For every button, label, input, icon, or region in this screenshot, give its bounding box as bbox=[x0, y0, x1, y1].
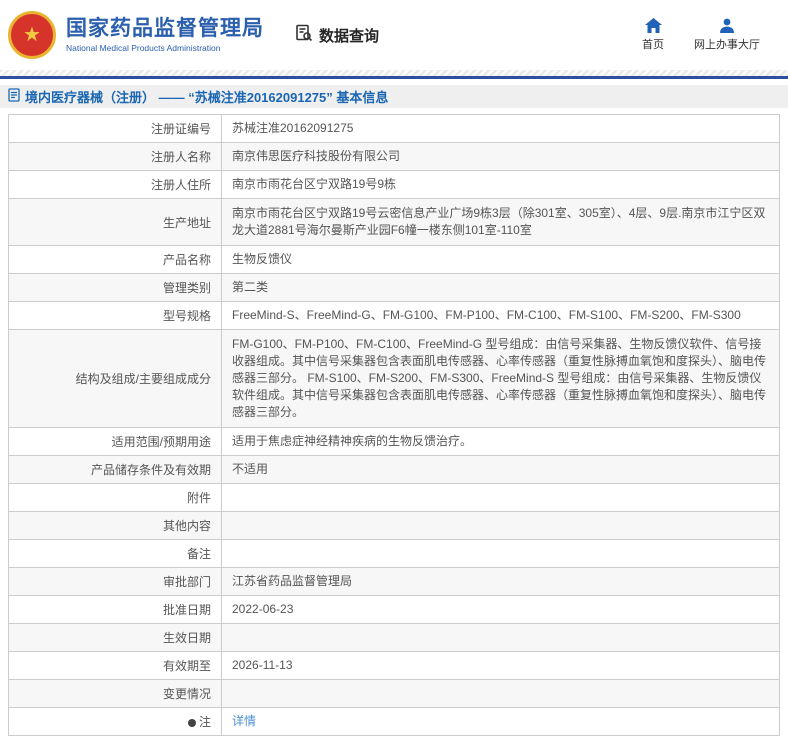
field-label: 生产地址 bbox=[9, 199, 222, 246]
breadcrumb-text: 境内医疗器械（注册） —— “苏械注准20162091275” 基本信息 bbox=[25, 87, 388, 106]
field-value: 第二类 bbox=[222, 274, 780, 302]
field-label: 注册证编号 bbox=[9, 115, 222, 143]
field-label: 结构及组成/主要组成成分 bbox=[9, 330, 222, 428]
table-row: 适用范围/预期用途适用于焦虑症神经精神疾病的生物反馈治疗。 bbox=[9, 428, 780, 456]
agency-subtitle: National Medical Products Administration bbox=[66, 43, 264, 53]
field-label: 变更情况 bbox=[9, 680, 222, 708]
field-label: 适用范围/预期用途 bbox=[9, 428, 222, 456]
field-label: 注册人住所 bbox=[9, 171, 222, 199]
field-label: 管理类别 bbox=[9, 274, 222, 302]
table-row: 有效期至2026-11-13 bbox=[9, 652, 780, 680]
registration-table: 注册证编号苏械注准20162091275注册人名称南京伟思医疗科技股份有限公司注… bbox=[8, 114, 780, 736]
data-query-button[interactable]: 数据查询 bbox=[294, 23, 379, 47]
note-icon bbox=[188, 719, 196, 727]
field-value: 南京市雨花台区宁双路19号9栋 bbox=[222, 171, 780, 199]
table-row: 生效日期 bbox=[9, 624, 780, 652]
document-search-icon bbox=[294, 23, 314, 47]
field-value bbox=[222, 680, 780, 708]
table-row: 变更情况 bbox=[9, 680, 780, 708]
field-value bbox=[222, 484, 780, 512]
field-value: 南京市雨花台区宁双路19号云密信息产业广场9栋3层（除301室、305室）、4层… bbox=[222, 199, 780, 246]
field-value: 适用于焦虑症神经精神疾病的生物反馈治疗。 bbox=[222, 428, 780, 456]
field-label: 批准日期 bbox=[9, 596, 222, 624]
table-row: 批准日期2022-06-23 bbox=[9, 596, 780, 624]
home-icon bbox=[645, 18, 662, 33]
details-link[interactable]: 详情 bbox=[232, 714, 256, 728]
field-value: 生物反馈仪 bbox=[222, 246, 780, 274]
breadcrumb: 境内医疗器械（注册） —— “苏械注准20162091275” 基本信息 bbox=[0, 85, 788, 108]
field-label: 生效日期 bbox=[9, 624, 222, 652]
table-row: 其他内容 bbox=[9, 512, 780, 540]
document-icon bbox=[8, 88, 20, 105]
table-row: 备注 bbox=[9, 540, 780, 568]
header: ★ 国家药品监督管理局 National Medical Products Ad… bbox=[0, 0, 788, 70]
table-row: 管理类别第二类 bbox=[9, 274, 780, 302]
table-row: 型号规格FreeMind-S、FreeMind-G、FM-G100、FM-P10… bbox=[9, 302, 780, 330]
field-value: 详情 bbox=[222, 708, 780, 736]
table-row: 结构及组成/主要组成成分FM-G100、FM-P100、FM-C100、Free… bbox=[9, 330, 780, 428]
field-label: 注册人名称 bbox=[9, 143, 222, 171]
field-value: FreeMind-S、FreeMind-G、FM-G100、FM-P100、FM… bbox=[222, 302, 780, 330]
field-label: 审批部门 bbox=[9, 568, 222, 596]
table-row: 注册证编号苏械注准20162091275 bbox=[9, 115, 780, 143]
field-label: 附件 bbox=[9, 484, 222, 512]
field-value: 2026-11-13 bbox=[222, 652, 780, 680]
person-icon bbox=[719, 18, 735, 33]
field-label: 注 bbox=[9, 708, 222, 736]
nav-service-hall[interactable]: 网上办事大厅 bbox=[694, 18, 760, 52]
field-label: 型号规格 bbox=[9, 302, 222, 330]
field-label: 产品储存条件及有效期 bbox=[9, 456, 222, 484]
field-value bbox=[222, 540, 780, 568]
field-value bbox=[222, 624, 780, 652]
table-row: 产品名称生物反馈仪 bbox=[9, 246, 780, 274]
nav-hall-label: 网上办事大厅 bbox=[694, 36, 760, 52]
field-label: 备注 bbox=[9, 540, 222, 568]
field-label: 其他内容 bbox=[9, 512, 222, 540]
table-row: 生产地址南京市雨花台区宁双路19号云密信息产业广场9栋3层（除301室、305室… bbox=[9, 199, 780, 246]
field-value: 苏械注准20162091275 bbox=[222, 115, 780, 143]
nav-home-label: 首页 bbox=[642, 36, 664, 52]
field-value: 不适用 bbox=[222, 456, 780, 484]
table-row: 注册人住所南京市雨花台区宁双路19号9栋 bbox=[9, 171, 780, 199]
star-icon: ★ bbox=[23, 25, 41, 45]
national-emblem-logo: ★ bbox=[8, 11, 56, 59]
field-value bbox=[222, 512, 780, 540]
agency-title: 国家药品监督管理局 bbox=[66, 17, 264, 41]
table-row: 审批部门江苏省药品监督管理局 bbox=[9, 568, 780, 596]
table-row: 产品储存条件及有效期不适用 bbox=[9, 456, 780, 484]
table-row: 注册人名称南京伟思医疗科技股份有限公司 bbox=[9, 143, 780, 171]
field-value: FM-G100、FM-P100、FM-C100、FreeMind-G 型号组成：… bbox=[222, 330, 780, 428]
agency-title-block: 国家药品监督管理局 National Medical Products Admi… bbox=[66, 17, 264, 53]
table-row: 注 详情 bbox=[9, 708, 780, 736]
field-label-text: 注 bbox=[199, 715, 211, 729]
blue-divider bbox=[0, 76, 788, 79]
field-value: 江苏省药品监督管理局 bbox=[222, 568, 780, 596]
nav-home[interactable]: 首页 bbox=[642, 18, 664, 52]
field-label: 产品名称 bbox=[9, 246, 222, 274]
field-value: 2022-06-23 bbox=[222, 596, 780, 624]
field-label: 有效期至 bbox=[9, 652, 222, 680]
field-value: 南京伟思医疗科技股份有限公司 bbox=[222, 143, 780, 171]
data-query-label: 数据查询 bbox=[319, 25, 379, 46]
header-nav: 首页 网上办事大厅 bbox=[642, 18, 776, 52]
table-row: 附件 bbox=[9, 484, 780, 512]
